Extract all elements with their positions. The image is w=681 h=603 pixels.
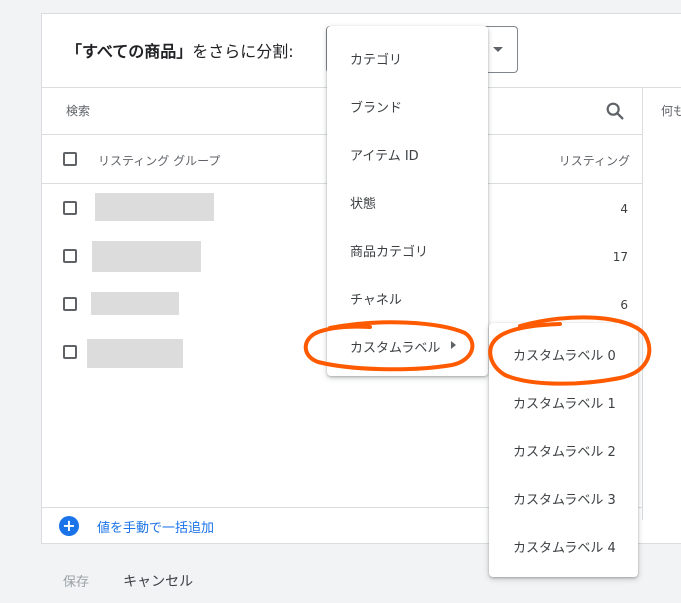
menu-item-custom-label[interactable]: カスタムラベル bbox=[350, 337, 440, 356]
menu-item-category[interactable]: カテゴリ bbox=[350, 49, 402, 68]
submenu-item-custom-label-3[interactable]: カスタムラベル 3 bbox=[513, 489, 616, 508]
submenu-item-custom-label-2[interactable]: カスタムラベル 2 bbox=[513, 441, 616, 460]
submenu-item-custom-label-1[interactable]: カスタムラベル 1 bbox=[513, 393, 616, 412]
submenu-arrow-icon bbox=[451, 341, 456, 349]
row-label-placeholder bbox=[92, 241, 201, 272]
search-input[interactable]: 検索 bbox=[66, 102, 90, 119]
add-circle-icon[interactable]: + bbox=[59, 516, 79, 536]
save-button[interactable]: 保存 bbox=[63, 575, 89, 590]
search-icon[interactable] bbox=[604, 100, 626, 122]
title-suffix: をさらに分割: bbox=[192, 42, 294, 61]
row-checkbox[interactable] bbox=[63, 345, 77, 359]
row-checkbox[interactable] bbox=[63, 201, 77, 215]
bulk-add-link[interactable]: 値を手動で一括追加 bbox=[97, 517, 214, 536]
select-all-checkbox[interactable] bbox=[63, 152, 77, 166]
row-count: 6 bbox=[620, 298, 628, 312]
right-column-text: 何も bbox=[661, 104, 681, 118]
partition-type-menu: カテゴリ ブランド アイテム ID 状態 商品カテゴリ チャネル カスタムラベル bbox=[327, 26, 488, 376]
custom-label-submenu: カスタムラベル 0 カスタムラベル 1 カスタムラベル 2 カスタムラベル 3 … bbox=[489, 323, 638, 577]
row-checkbox[interactable] bbox=[63, 249, 77, 263]
submenu-item-custom-label-4[interactable]: カスタムラベル 4 bbox=[513, 537, 616, 556]
column-header-listings: リスティング bbox=[558, 154, 630, 168]
menu-item-channel[interactable]: チャネル bbox=[350, 289, 402, 308]
menu-item-condition[interactable]: 状態 bbox=[350, 193, 376, 212]
row-label-placeholder bbox=[87, 339, 183, 368]
submenu-item-custom-label-0[interactable]: カスタムラベル 0 bbox=[513, 345, 616, 364]
dialog-actions: 保存 キャンセル bbox=[63, 571, 193, 591]
menu-item-product-category[interactable]: 商品カテゴリ bbox=[350, 241, 428, 260]
row-count: 17 bbox=[612, 250, 628, 264]
cancel-button[interactable]: キャンセル bbox=[123, 574, 193, 590]
page-title: 「すべての商品」をさらに分割: bbox=[66, 38, 294, 62]
menu-item-brand[interactable]: ブランド bbox=[350, 97, 402, 116]
title-scope: 「すべての商品」 bbox=[66, 42, 193, 61]
column-header-listing-group: リスティング グループ bbox=[98, 154, 221, 168]
dropdown-arrow-icon bbox=[493, 47, 503, 52]
menu-item-item-id[interactable]: アイテム ID bbox=[350, 145, 419, 164]
row-checkbox[interactable] bbox=[63, 297, 77, 311]
row-count: 4 bbox=[620, 202, 628, 216]
row-label-placeholder bbox=[95, 193, 214, 221]
column-divider bbox=[642, 88, 643, 520]
row-label-placeholder bbox=[91, 292, 179, 315]
